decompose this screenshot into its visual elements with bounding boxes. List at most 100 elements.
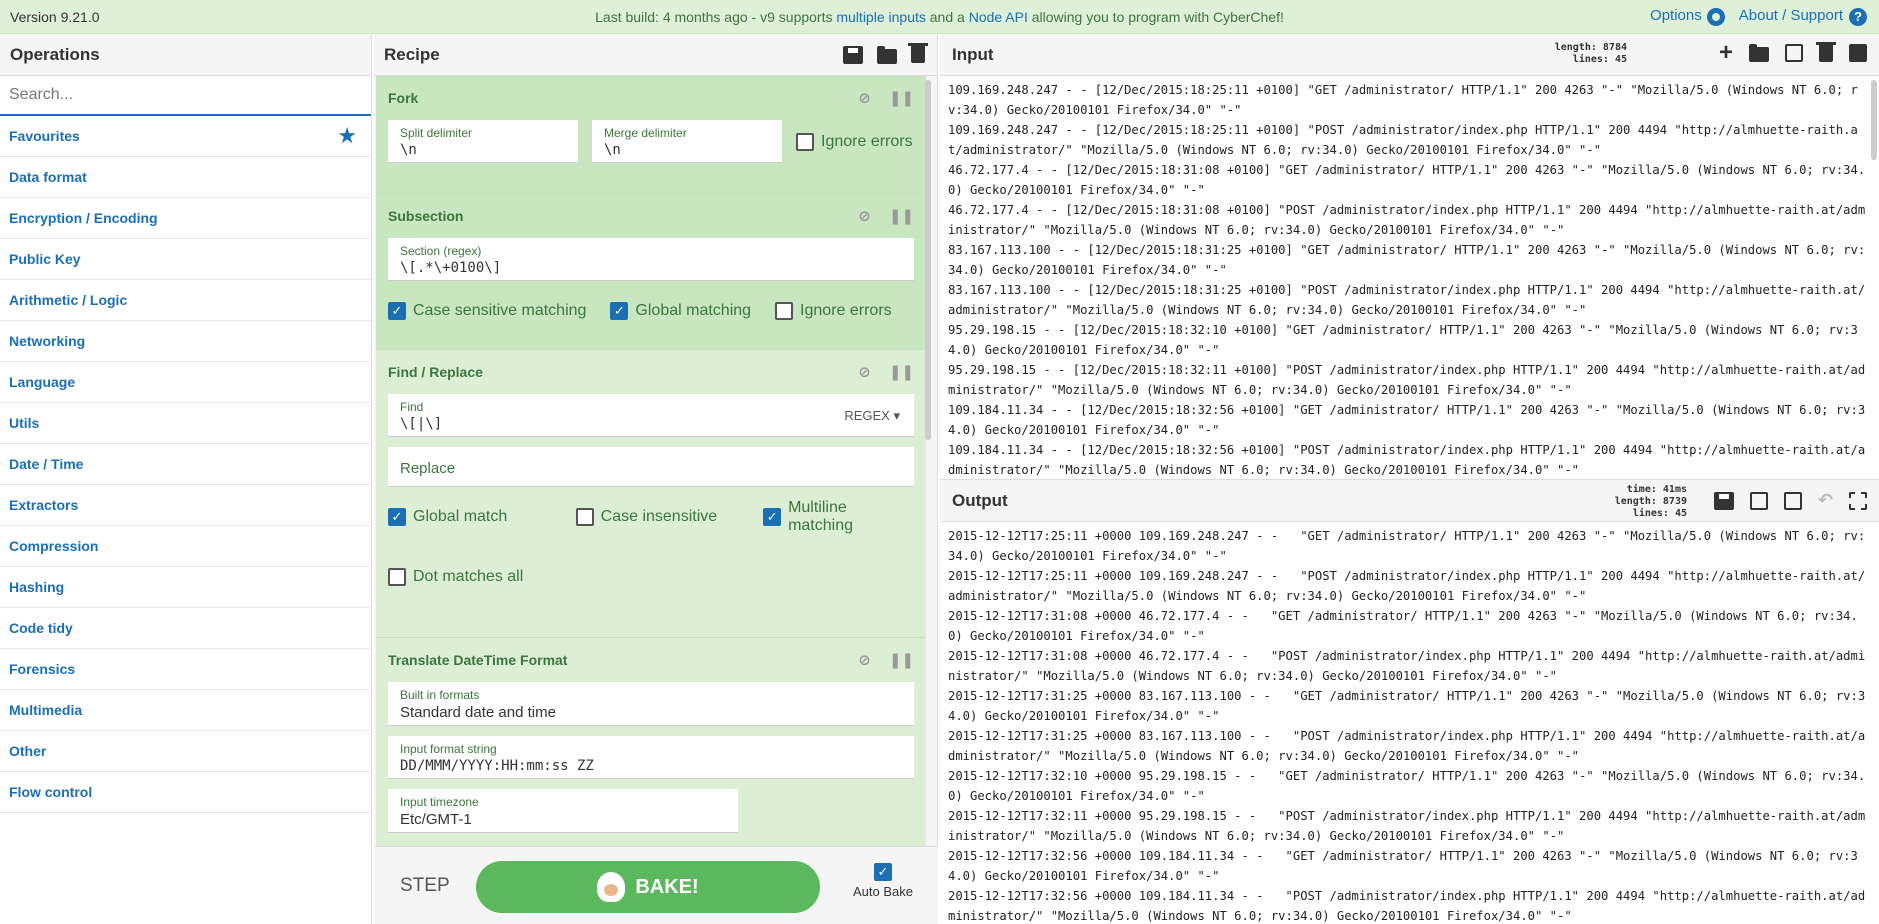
copy-output-icon[interactable] bbox=[1749, 491, 1768, 510]
search-input[interactable] bbox=[9, 86, 371, 104]
category-forensics[interactable]: Forensics bbox=[0, 649, 371, 690]
category-public-key[interactable]: Public Key bbox=[0, 239, 371, 280]
input-format-field[interactable]: Input format string DD/MMM/YYYY:HH:mm:ss… bbox=[388, 736, 914, 779]
maximise-icon[interactable] bbox=[1849, 491, 1867, 510]
replace-field[interactable]: Replace bbox=[388, 447, 914, 487]
op-translate-datetime[interactable]: Translate DateTime Format ⊘ ❚❚ Built in f… bbox=[376, 638, 926, 846]
category-extractors[interactable]: Extractors bbox=[0, 485, 371, 526]
disable-icon[interactable]: ⊘ bbox=[858, 651, 871, 669]
checkbox-label: Global match bbox=[413, 508, 508, 525]
category-label: Arithmetic / Logic bbox=[9, 292, 128, 308]
breakpoint-icon[interactable]: ❚❚ bbox=[889, 363, 914, 381]
disable-icon[interactable]: ⊘ bbox=[858, 89, 871, 107]
input-actions: + bbox=[1719, 41, 1867, 65]
checkbox-label: Dot matches all bbox=[413, 568, 524, 585]
category-hashing[interactable]: Hashing bbox=[0, 567, 371, 608]
breakpoint-icon[interactable]: ❚❚ bbox=[889, 89, 914, 107]
replace-input-icon[interactable] bbox=[1783, 491, 1802, 510]
merge-delimiter-field[interactable]: Merge delimiter \n bbox=[592, 120, 782, 163]
checkbox-checked: ✓ bbox=[610, 302, 629, 320]
find-field[interactable]: Find \[|\] REGEX ▾ bbox=[388, 394, 914, 437]
op-title: Fork ⊘ ❚❚ bbox=[388, 76, 914, 120]
case-sensitive-checkbox[interactable]: ✓ Case sensitive matching bbox=[388, 291, 586, 331]
auto-bake-checkbox[interactable]: ✓ Auto Bake bbox=[848, 863, 918, 899]
gear-icon bbox=[1706, 7, 1725, 26]
category-compression[interactable]: Compression bbox=[0, 526, 371, 567]
subsection-ignore-errors-checkbox[interactable]: Ignore errors bbox=[775, 291, 892, 331]
bake-button[interactable]: BAKE! bbox=[476, 861, 820, 913]
section-regex-field[interactable]: Section (regex) \[.*\+0100\] bbox=[388, 238, 914, 281]
input-timezone-select[interactable]: Input timezone Etc/GMT-1 bbox=[388, 789, 738, 833]
banner-notice: Last build: 4 months ago - v9 supports m… bbox=[0, 9, 1879, 25]
category-label: Other bbox=[9, 743, 47, 759]
open-folder-icon[interactable] bbox=[1749, 44, 1769, 62]
dot-matches-all-checkbox[interactable]: Dot matches all bbox=[388, 557, 914, 597]
step-button[interactable]: STEP bbox=[400, 875, 450, 897]
recipe-operations: Fork ⊘ ❚❚ Split delimiter \n Merge delimi… bbox=[376, 76, 926, 846]
op-title: Find / Replace ⊘ ❚❚ bbox=[388, 350, 914, 394]
checkbox-checked: ✓ bbox=[388, 302, 406, 320]
input-text[interactable]: 109.169.248.247 - - [12/Dec/2015:18:25:1… bbox=[940, 76, 1879, 478]
input-scrollbar[interactable] bbox=[1871, 80, 1877, 160]
category-label: Code tidy bbox=[9, 620, 73, 636]
category-favourites[interactable]: Favourites ★ bbox=[0, 116, 371, 157]
open-file-icon[interactable] bbox=[1785, 44, 1803, 62]
undo-icon[interactable]: ↶ bbox=[1818, 490, 1833, 511]
output-text[interactable]: 2015-12-12T17:25:11 +0000 109.169.248.24… bbox=[940, 522, 1879, 924]
category-label: Encryption / Encoding bbox=[9, 210, 158, 226]
category-label: Hashing bbox=[9, 579, 65, 595]
multiline-checkbox[interactable]: ✓ Multiline matching bbox=[763, 497, 914, 537]
category-language[interactable]: Language bbox=[0, 362, 371, 403]
category-networking[interactable]: Networking bbox=[0, 321, 371, 362]
checkbox-label: Ignore errors bbox=[821, 132, 913, 150]
add-tab-icon[interactable]: + bbox=[1719, 41, 1733, 65]
global-match-checkbox[interactable]: ✓ Global match bbox=[388, 497, 536, 537]
breakpoint-icon[interactable]: ❚❚ bbox=[889, 651, 914, 669]
save-output-icon[interactable] bbox=[1713, 491, 1734, 510]
recipe-scrollbar[interactable] bbox=[925, 80, 931, 440]
category-utils[interactable]: Utils bbox=[0, 403, 371, 444]
clear-recipe-icon[interactable] bbox=[908, 43, 928, 63]
options-button[interactable]: Options bbox=[1650, 7, 1725, 26]
category-date-time[interactable]: Date / Time bbox=[0, 444, 371, 485]
about-button[interactable]: About / Support? bbox=[1738, 7, 1867, 26]
regex-dropdown[interactable]: REGEX ▾ bbox=[844, 408, 900, 424]
category-encryption-encoding[interactable]: Encryption / Encoding bbox=[0, 198, 371, 239]
category-multimedia[interactable]: Multimedia bbox=[0, 690, 371, 731]
category-data-format[interactable]: Data format bbox=[0, 157, 371, 198]
breakpoint-icon[interactable]: ❚❚ bbox=[889, 207, 914, 225]
merge-label: Merge delimiter bbox=[604, 126, 687, 140]
chef-icon bbox=[597, 872, 626, 902]
builtin-formats-select[interactable]: Built in formats Standard date and time bbox=[388, 682, 914, 726]
op-subsection[interactable]: Subsection ⊘ ❚❚ Section (regex) \[.*\+010… bbox=[376, 194, 926, 350]
category-other[interactable]: Other bbox=[0, 731, 371, 772]
category-flow-control[interactable]: Flow control bbox=[0, 772, 371, 813]
layout-icon[interactable] bbox=[1849, 44, 1867, 62]
category-arithmetic-logic[interactable]: Arithmetic / Logic bbox=[0, 280, 371, 321]
fork-ignore-errors-checkbox[interactable]: Ignore errors bbox=[796, 122, 913, 162]
disable-icon[interactable]: ⊘ bbox=[858, 207, 871, 225]
checkbox-label: Ignore errors bbox=[800, 302, 892, 319]
category-label: Language bbox=[9, 374, 76, 390]
load-recipe-icon[interactable] bbox=[877, 45, 897, 64]
disable-icon[interactable]: ⊘ bbox=[858, 363, 871, 381]
input-lines: 45 bbox=[1614, 54, 1627, 65]
op-title: Translate DateTime Format ⊘ ❚❚ bbox=[388, 638, 914, 682]
split-delimiter-field[interactable]: Split delimiter \n bbox=[388, 120, 578, 163]
category-code-tidy[interactable]: Code tidy bbox=[0, 608, 371, 649]
clear-input-icon[interactable] bbox=[1816, 41, 1836, 62]
about-label: About / Support bbox=[1738, 7, 1843, 25]
save-recipe-icon[interactable] bbox=[843, 45, 863, 64]
node-api-link[interactable]: Node API bbox=[969, 9, 1028, 25]
recipe-header: Recipe bbox=[374, 34, 937, 76]
recipe-panel: Recipe Fork ⊘ ❚❚ Split delimiter \n Merge… bbox=[374, 34, 938, 924]
op-find-replace[interactable]: Find / Replace ⊘ ❚❚ Find \[|\] REGEX ▾ Re… bbox=[376, 350, 926, 638]
section-value: \[.*\+0100\] bbox=[400, 260, 502, 276]
multiple-inputs-link[interactable]: multiple inputs bbox=[836, 9, 926, 25]
input-panel: Input length: 8784 lines: 45 + 109.169.2… bbox=[940, 34, 1879, 480]
case-insensitive-checkbox[interactable]: Case insensitive bbox=[575, 497, 724, 537]
op-fork[interactable]: Fork ⊘ ❚❚ Split delimiter \n Merge delimi… bbox=[376, 76, 926, 194]
operations-panel: Operations Favourites ★ Data format Encrypt… bbox=[0, 34, 372, 924]
input-stats: length: 8784 lines: 45 bbox=[1555, 42, 1627, 66]
global-matching-checkbox[interactable]: ✓ Global matching bbox=[610, 291, 751, 331]
